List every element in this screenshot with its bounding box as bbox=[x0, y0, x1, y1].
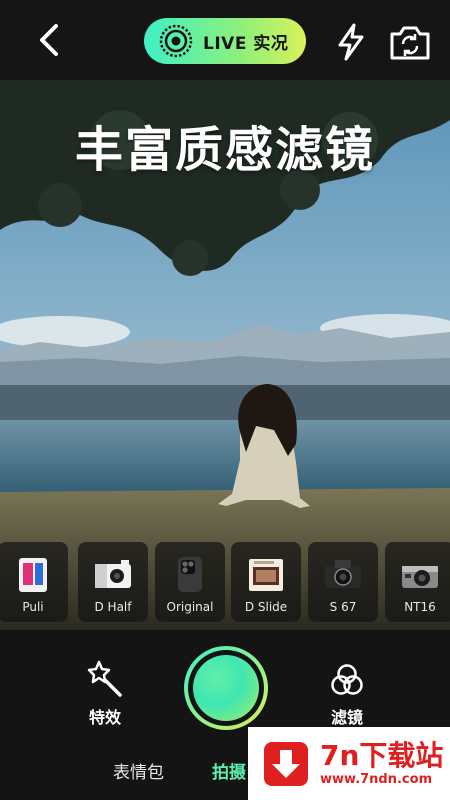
watermark-url: www.7ndn.com bbox=[320, 772, 433, 787]
phone-camera-icon bbox=[178, 557, 202, 592]
color-circles-icon bbox=[331, 664, 363, 695]
tab-sticker[interactable]: 表情包 bbox=[113, 758, 164, 783]
shutter-core bbox=[193, 655, 259, 721]
filter-item-d-half[interactable]: D Half bbox=[78, 542, 148, 622]
site-watermark: 7n下载站 www.7ndn.com bbox=[248, 727, 450, 800]
filter-item-nt16[interactable]: NT16 bbox=[385, 542, 450, 622]
effects-button[interactable]: 特效 bbox=[70, 658, 140, 728]
flash-icon bbox=[338, 23, 364, 61]
instant-camera-icon bbox=[19, 558, 47, 592]
shutter-button[interactable] bbox=[184, 646, 268, 730]
filters-label: 滤镜 bbox=[330, 708, 363, 727]
flash-button[interactable] bbox=[332, 22, 370, 62]
compact-camera-icon bbox=[402, 566, 438, 588]
filters-button[interactable]: 滤镜 bbox=[312, 662, 382, 728]
live-photo-toggle[interactable]: LIVE 实况 bbox=[144, 18, 306, 64]
filter-label: S 67 bbox=[329, 600, 357, 614]
effects-label: 特效 bbox=[88, 708, 121, 727]
magic-wand-icon bbox=[87, 660, 122, 697]
half-frame-camera-icon bbox=[95, 560, 131, 588]
filter-item-d-slide[interactable]: D Slide bbox=[231, 542, 301, 622]
medium-format-camera-icon bbox=[325, 560, 361, 588]
top-bar: LIVE 实况 bbox=[0, 0, 450, 80]
tab-shoot[interactable]: 拍摄 bbox=[212, 758, 246, 783]
filter-item-s67[interactable]: S 67 bbox=[308, 542, 378, 622]
filter-item-original[interactable]: Original bbox=[155, 542, 225, 622]
download-arrow-icon bbox=[264, 741, 308, 786]
filter-carousel[interactable]: Puli D Half Original D Slide S 67 NT16 bbox=[0, 538, 450, 626]
filter-label: Original bbox=[166, 600, 214, 614]
filter-label: NT16 bbox=[404, 600, 436, 614]
shutter-ring bbox=[188, 650, 264, 726]
watermark-title: 7n下载站 bbox=[320, 739, 444, 772]
live-photo-label: LIVE 实况 bbox=[203, 33, 289, 54]
filter-label: D Half bbox=[94, 600, 132, 614]
filter-label: D Slide bbox=[244, 600, 288, 614]
flip-camera-icon bbox=[390, 26, 430, 60]
filter-label: Puli bbox=[22, 600, 44, 614]
slide-viewer-icon bbox=[249, 559, 283, 591]
back-button[interactable] bbox=[30, 20, 70, 60]
filter-item-puli[interactable]: Puli bbox=[0, 542, 68, 622]
live-photo-icon bbox=[159, 24, 193, 58]
flip-camera-button[interactable] bbox=[388, 22, 432, 62]
promo-headline: 丰富质感滤镜 bbox=[74, 122, 375, 178]
chevron-left-icon bbox=[40, 24, 58, 56]
